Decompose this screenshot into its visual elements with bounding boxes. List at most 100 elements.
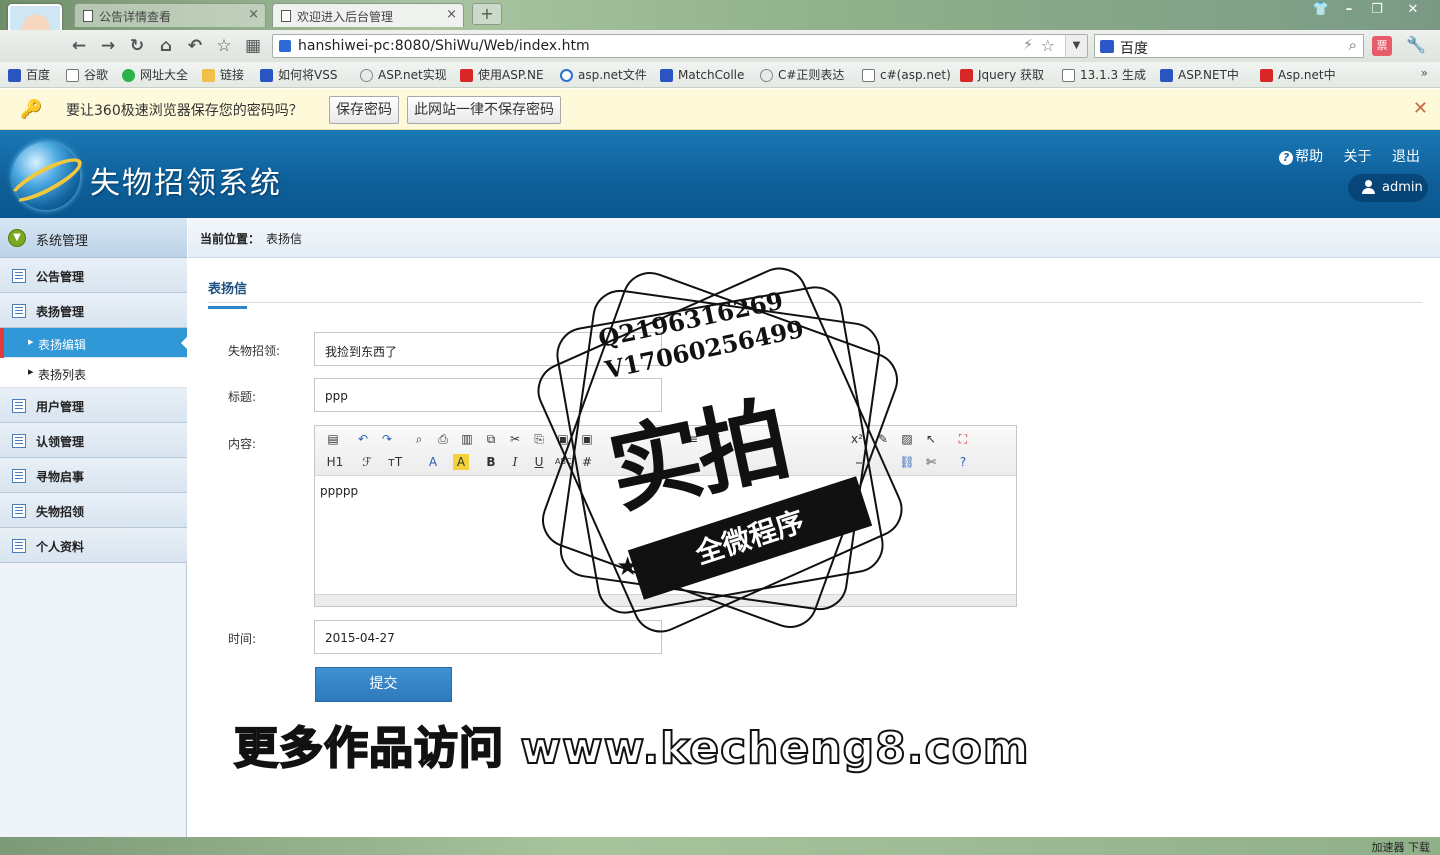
forward-icon[interactable]: →	[97, 35, 119, 57]
time-label: 时间:	[228, 632, 257, 646]
about-link[interactable]: 关于	[1344, 149, 1372, 165]
print-icon[interactable]: ⎙	[435, 431, 451, 447]
sidebar-item-users[interactable]: 用户管理	[0, 388, 187, 423]
user-badge[interactable]: admin	[1348, 174, 1428, 202]
save-password-button[interactable]: 保存密码	[329, 96, 399, 124]
key-icon: 🔑	[20, 99, 43, 120]
redo-icon[interactable]: ↷	[379, 431, 395, 447]
bookmark-item[interactable]: 网址大全	[122, 66, 188, 84]
sidebar-item-notice[interactable]: 公告管理	[0, 258, 187, 293]
bold-button[interactable]: B	[483, 454, 499, 470]
document-icon	[281, 10, 291, 22]
paw-icon	[660, 69, 673, 82]
breadcrumb-current: 表扬信	[266, 232, 303, 246]
sidebar-subitem-praise-edit[interactable]: 表扬编辑	[0, 328, 187, 358]
list-icon	[12, 304, 26, 318]
close-icon[interactable]: ✕	[1413, 98, 1428, 119]
bookmark-item[interactable]: 使用ASP.NE	[460, 66, 544, 84]
tab-praise-letter[interactable]: 表扬信	[208, 278, 248, 309]
sidebar-item-lost-notice[interactable]: 寻物启事	[0, 458, 187, 493]
folder-icon	[202, 69, 215, 82]
submit-button[interactable]: 提交	[315, 667, 452, 702]
unlink-icon[interactable]: ✄	[923, 454, 939, 470]
favorite-icon[interactable]: ☆	[213, 35, 235, 57]
fullscreen-icon[interactable]: ⛶	[955, 431, 971, 447]
bookmark-item[interactable]: Asp.net中	[1260, 66, 1336, 84]
sidebar-item-found[interactable]: 失物招领	[0, 493, 187, 528]
list-icon	[12, 399, 26, 413]
apps-grid-icon[interactable]: ▦	[242, 35, 264, 57]
url-text[interactable]: hanshiwei-pc:8080/ShiWu/Web/index.htm	[298, 38, 590, 54]
sidebar-item-claims[interactable]: 认领管理	[0, 423, 187, 458]
heading-dropdown[interactable]: H1	[323, 454, 347, 470]
template-icon[interactable]: ▥	[459, 431, 475, 447]
menu-wrench-icon[interactable]: 🔧	[1406, 35, 1426, 54]
browser-tab[interactable]: 公告详情查看 ×	[74, 3, 266, 27]
sidebar-subitem-praise-list[interactable]: 表扬列表	[0, 358, 187, 388]
collapse-arrow-icon: ▼	[8, 229, 26, 247]
font-family-icon[interactable]: ℱ	[359, 454, 375, 470]
preview-icon[interactable]: ⌕	[411, 431, 427, 447]
highlight-icon[interactable]: A	[453, 454, 469, 470]
sidebar-item-profile[interactable]: 个人资料	[0, 528, 187, 563]
bookmark-item[interactable]: asp.net文件	[560, 66, 647, 84]
bookmarks-overflow[interactable]: »	[1421, 66, 1428, 80]
site-favicon	[279, 40, 291, 52]
restore-button[interactable]: ❐	[1364, 0, 1390, 20]
paw-icon	[1160, 69, 1173, 82]
close-tab-icon[interactable]: ×	[446, 7, 457, 22]
bookmark-item[interactable]: ASP.net实现	[360, 66, 447, 84]
undo-close-icon[interactable]: ↶	[184, 35, 206, 57]
never-save-password-button[interactable]: 此网站一律不保存密码	[407, 96, 561, 124]
search-box[interactable]: 百度 ⌕	[1094, 34, 1364, 58]
logout-link[interactable]: 退出	[1392, 149, 1420, 165]
sidebar-item-praise[interactable]: 表扬管理	[0, 293, 187, 328]
font-size-icon[interactable]: ᴛT	[387, 454, 403, 470]
plus-icon	[122, 69, 135, 82]
status-right-items[interactable]: 加速器 下载	[1372, 839, 1431, 855]
editor-body[interactable]: ppppp	[320, 484, 358, 498]
speed-mode-icon[interactable]: ⚡	[1023, 37, 1033, 53]
home-icon[interactable]: ⌂	[155, 35, 177, 57]
bookmark-item[interactable]: MatchColle	[660, 66, 744, 84]
search-icon[interactable]: ⌕	[1349, 36, 1357, 54]
skin-icon[interactable]: 👕	[1308, 0, 1334, 20]
close-tab-icon[interactable]: ×	[248, 7, 259, 22]
bookmark-item[interactable]: Jquery 获取	[960, 66, 1044, 84]
bookmark-item[interactable]: 链接	[202, 66, 244, 84]
close-window-button[interactable]: ✕	[1400, 0, 1426, 20]
address-dropdown-icon[interactable]: ▼	[1065, 35, 1087, 57]
pointer-icon[interactable]: ↖	[923, 431, 939, 447]
sidebar-section-header[interactable]: ▼ 系统管理	[0, 218, 187, 258]
refresh-icon[interactable]: ↻	[126, 35, 148, 57]
search-engine-label: 百度	[1120, 41, 1148, 57]
bookmark-item[interactable]: c#(asp.net)	[862, 66, 951, 84]
code-icon[interactable]: ⧉	[483, 431, 499, 447]
undo-icon[interactable]: ↶	[355, 431, 371, 447]
title-label: 标题:	[228, 390, 257, 404]
back-icon[interactable]: ←	[68, 35, 90, 57]
help-icon[interactable]: ?	[955, 454, 971, 470]
c-icon	[460, 69, 473, 82]
font-color-button[interactable]: A	[425, 454, 441, 470]
new-tab-button[interactable]: +	[472, 3, 502, 25]
bookmark-item[interactable]: 百度	[8, 66, 50, 84]
document-icon	[66, 69, 79, 82]
bookmark-item[interactable]: 13.1.3 生成	[1062, 66, 1146, 84]
paw-icon	[8, 69, 21, 82]
bookmark-item[interactable]: 谷歌	[66, 66, 108, 84]
username: admin	[1382, 180, 1423, 195]
bookmark-star-icon[interactable]: ☆	[1041, 36, 1055, 55]
bookmark-item[interactable]: C#正则表达	[760, 66, 844, 84]
source-icon[interactable]: ▤	[325, 431, 341, 447]
help-link[interactable]: ? 帮助	[1279, 149, 1323, 165]
address-bar[interactable]: hanshiwei-pc:8080/ShiWu/Web/index.htm ⚡ …	[272, 34, 1088, 58]
app-header: 失物招领系统 ? 帮助 关于 退出 admin	[0, 130, 1440, 218]
minimize-button[interactable]: –	[1336, 0, 1362, 20]
bookmark-item[interactable]: 如何将VSS	[260, 66, 337, 84]
browser-tab-active[interactable]: 欢迎进入后台管理 ×	[272, 3, 464, 27]
ticket-icon[interactable]: 票	[1372, 36, 1392, 56]
document-icon	[862, 69, 875, 82]
sidebar: ▼ 系统管理 公告管理 表扬管理 表扬编辑 表扬列表 用户管理 认领管理 寻物启…	[0, 218, 187, 837]
bookmark-item[interactable]: ASP.NET中	[1160, 66, 1239, 84]
